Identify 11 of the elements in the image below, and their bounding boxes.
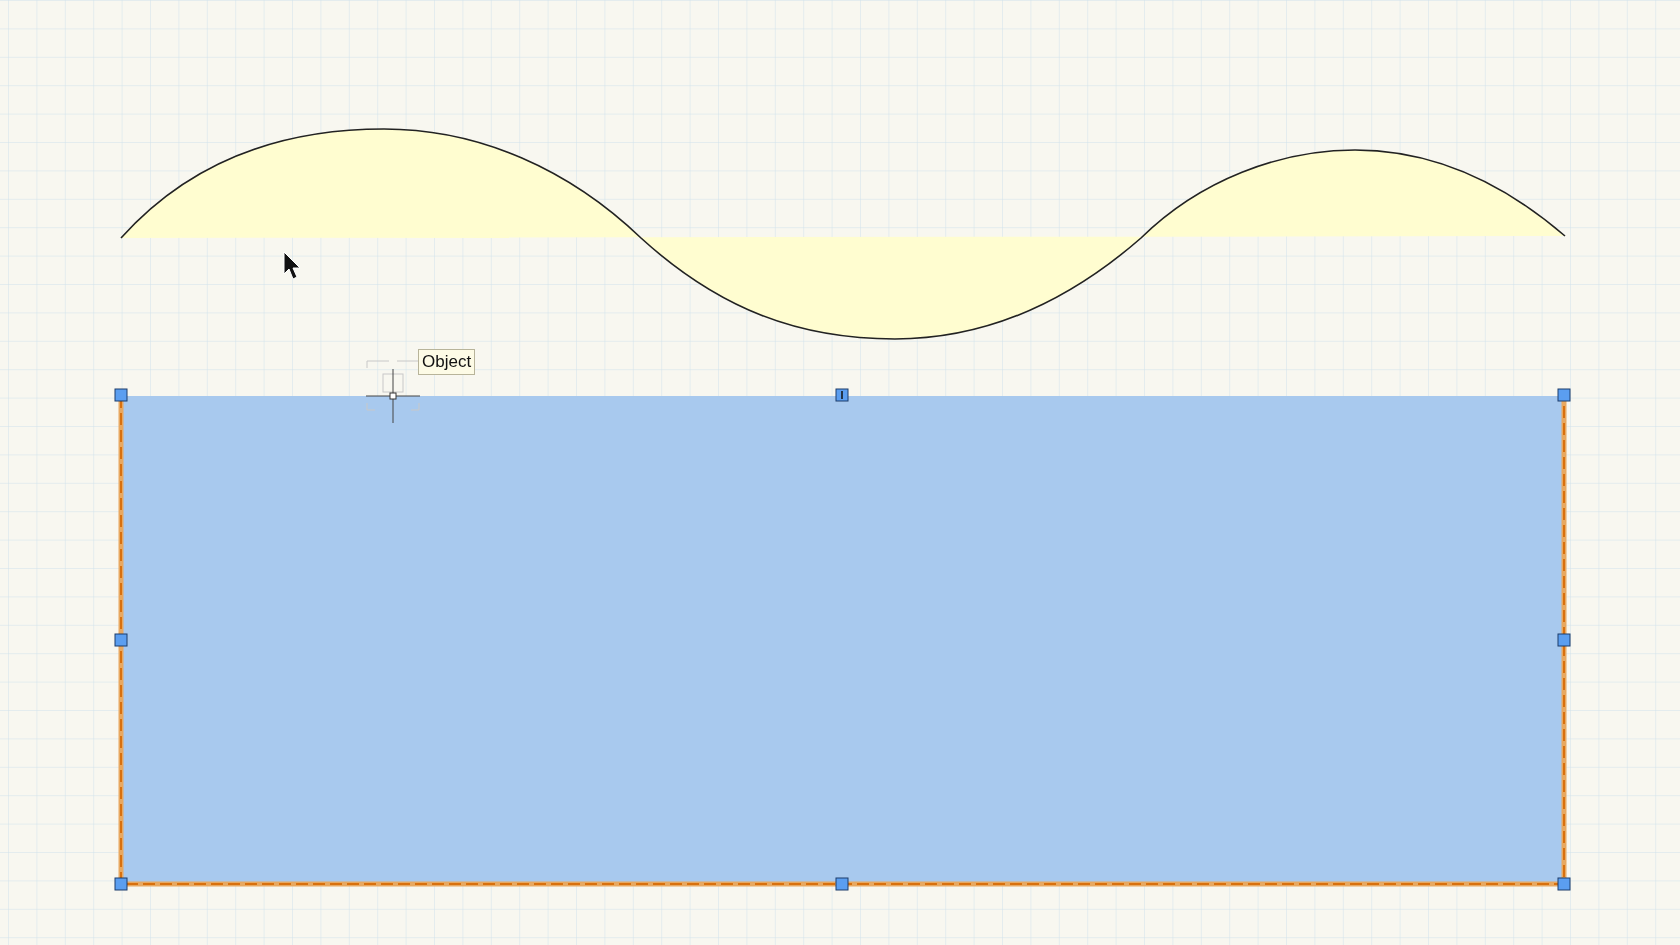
resize-handle[interactable] bbox=[1557, 877, 1571, 891]
resize-handle[interactable] bbox=[114, 877, 128, 891]
resize-handle[interactable] bbox=[114, 388, 128, 402]
resize-handle[interactable] bbox=[1557, 388, 1571, 402]
resize-handle[interactable] bbox=[835, 877, 849, 891]
resize-handle[interactable] bbox=[1557, 633, 1571, 647]
resize-handle[interactable] bbox=[835, 388, 849, 402]
mouse-pointer-icon bbox=[283, 251, 301, 280]
crosshair-cursor-icon bbox=[365, 360, 421, 424]
resize-handle[interactable] bbox=[114, 633, 128, 647]
tooltip: Object bbox=[418, 349, 476, 375]
